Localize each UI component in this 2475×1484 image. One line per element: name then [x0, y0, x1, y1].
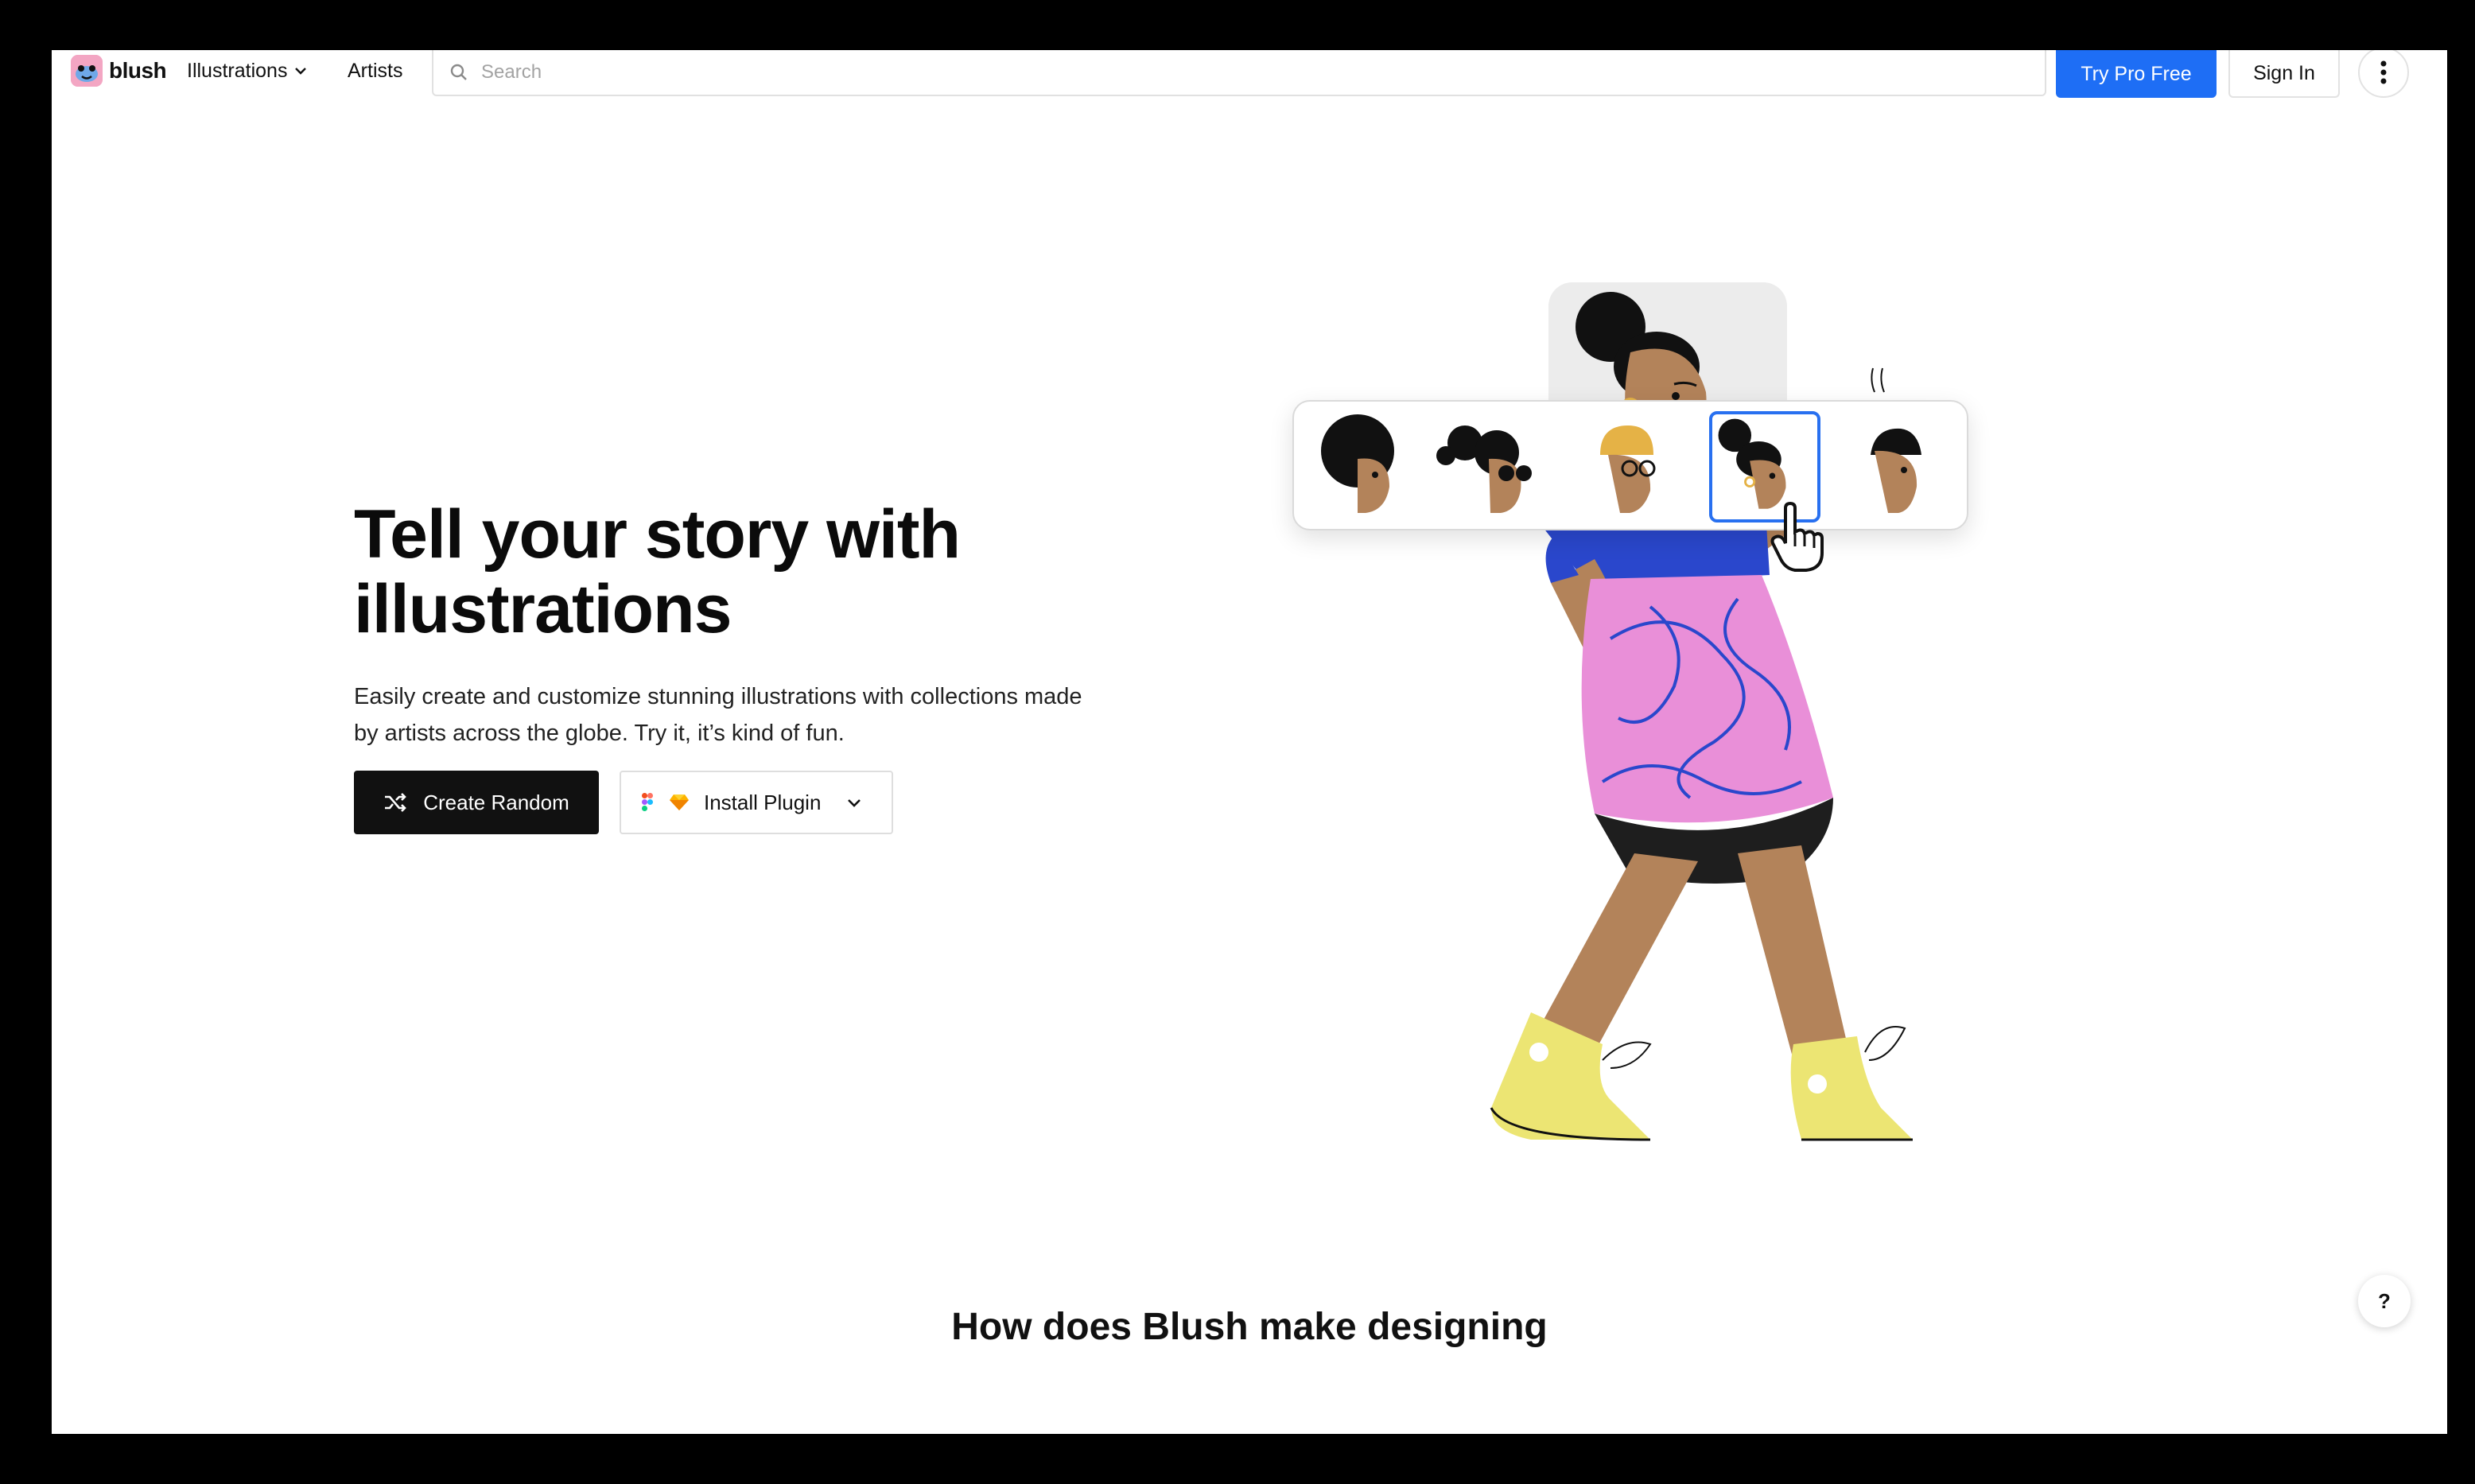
brand-logo[interactable]: blush	[71, 55, 167, 87]
avatar-option-afro[interactable]	[1310, 411, 1421, 523]
browser-viewport: blush Illustrations Artists Try Pro Free…	[52, 50, 2447, 1434]
install-plugin-label: Install Plugin	[704, 790, 822, 814]
help-button[interactable]: ?	[2358, 1275, 2411, 1327]
blush-logo-icon	[71, 55, 103, 87]
avatar-option-short-hair[interactable]	[1839, 411, 1950, 523]
hand-pointer-cursor-icon	[1770, 502, 1824, 572]
nav-artists-link[interactable]: Artists	[348, 56, 402, 85]
search-icon	[450, 64, 467, 80]
nav-illustrations-label: Illustrations	[187, 59, 288, 82]
create-random-button[interactable]: Create Random	[354, 771, 599, 834]
avatar-option-beanie[interactable]	[1564, 411, 1676, 523]
sign-in-button[interactable]: Sign In	[2228, 50, 2340, 98]
try-pro-free-button[interactable]: Try Pro Free	[2056, 50, 2217, 98]
hero-illustration	[1490, 282, 1913, 1141]
more-options-button[interactable]	[2358, 50, 2409, 98]
brand-name: blush	[109, 58, 167, 83]
chevron-down-icon	[295, 68, 307, 75]
section-title: How does Blush make designing	[951, 1306, 1548, 1348]
figma-icon	[642, 793, 653, 811]
avatar-option-sunglasses[interactable]	[1433, 411, 1544, 523]
shuffle-icon	[385, 793, 407, 812]
sketch-icon	[670, 794, 689, 810]
kebab-menu-icon	[2380, 60, 2387, 84]
search-input[interactable]	[480, 60, 1994, 84]
hero-description: Easily create and customize stunning ill…	[354, 684, 1082, 746]
hero-title: Tell your story with illustrations	[354, 496, 961, 647]
chevron-down-icon	[848, 799, 861, 807]
search-bar[interactable]	[432, 50, 2046, 96]
create-random-label: Create Random	[423, 790, 569, 814]
top-nav: blush Illustrations Artists Try Pro Free…	[52, 50, 2447, 107]
install-plugin-button[interactable]: Install Plugin	[620, 771, 893, 834]
avatar-picker	[1292, 400, 1968, 530]
nav-illustrations-dropdown[interactable]: Illustrations	[187, 56, 309, 85]
